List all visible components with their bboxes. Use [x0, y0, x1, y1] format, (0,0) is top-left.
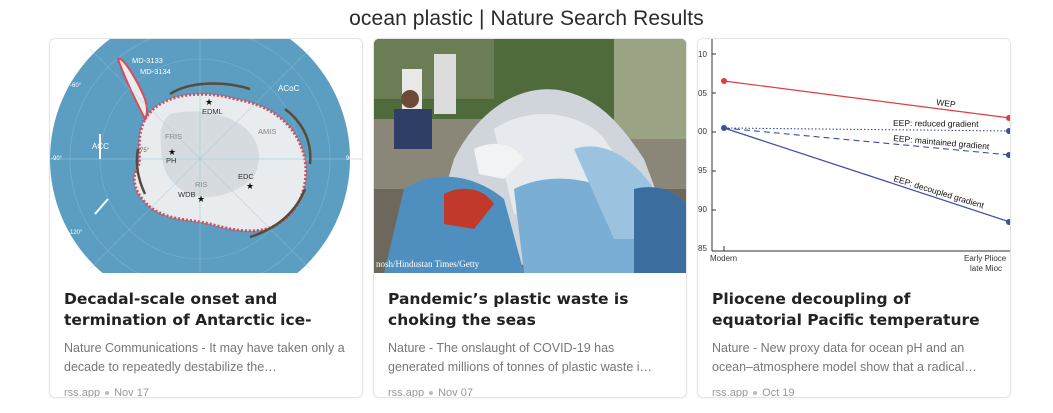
result-card[interactable]: nosh/Hindustan Times/Getty Pandemic’s pl… — [373, 38, 687, 398]
card-title[interactable]: Decadal-scale onset and termination of A… — [64, 289, 348, 331]
svg-text:MD-3134: MD-3134 — [140, 67, 171, 76]
card-source: rss.app — [64, 387, 101, 398]
svg-text:nosh/Hindustan Times/Getty: nosh/Hindustan Times/Getty — [376, 259, 480, 269]
card-date: Oct 19 — [762, 387, 795, 398]
svg-text:120°: 120° — [333, 230, 346, 236]
card-snippet: Nature - New proxy data for ocean pH and… — [712, 341, 977, 374]
svg-text:Early Plioce: Early Plioce — [964, 254, 1007, 263]
svg-text:-75°: -75° — [138, 148, 150, 154]
results-grid: MD-3133 MD-3134 ACoC ACC -60° 60° -90° 9… — [49, 38, 1011, 398]
svg-text:★: ★ — [197, 194, 205, 204]
card-title[interactable]: Pandemic’s plastic waste is choking the … — [388, 289, 672, 331]
separator-dot — [105, 391, 110, 395]
pliocene-chart-image: 10 05 00 95 90 85 Modern Early Plioce la… — [698, 39, 1010, 273]
svg-text:-90°: -90° — [51, 156, 63, 162]
svg-text:85: 85 — [698, 244, 707, 253]
svg-text:AMIS: AMIS — [258, 127, 276, 136]
svg-text:-60°: -60° — [70, 83, 82, 89]
svg-text:EDML: EDML — [202, 107, 223, 116]
card-date: Nov 07 — [438, 387, 473, 398]
svg-text:MD-3133: MD-3133 — [132, 56, 163, 65]
separator-dot — [753, 391, 758, 395]
card-thumbnail[interactable]: nosh/Hindustan Times/Getty — [374, 39, 686, 273]
svg-text:★: ★ — [168, 147, 176, 157]
svg-text:WDB: WDB — [178, 190, 196, 199]
svg-text:ACC: ACC — [92, 142, 109, 151]
page-title: ocean plastic | Nature Search Results — [349, 7, 704, 30]
svg-text:★: ★ — [246, 181, 254, 191]
svg-text:05: 05 — [698, 89, 707, 98]
card-snippet: Nature - The onslaught of COVID-19 has g… — [388, 341, 653, 374]
svg-text:ACoC: ACoC — [278, 84, 300, 93]
result-card[interactable]: MD-3133 MD-3134 ACoC ACC -60° 60° -90° 9… — [49, 38, 363, 398]
card-date: Nov 17 — [114, 387, 149, 398]
svg-text:late Mioc: late Mioc — [970, 264, 1002, 273]
result-card[interactable]: 10 05 00 95 90 85 Modern Early Plioce la… — [697, 38, 1011, 398]
card-title[interactable]: Pliocene decoupling of equatorial Pacifi… — [712, 289, 996, 331]
svg-text:90: 90 — [698, 205, 707, 214]
svg-text:EEP: reduced gradient: EEP: reduced gradient — [893, 118, 979, 129]
card-snippet: Nature Communications - It may have take… — [64, 341, 345, 374]
svg-text:EDC: EDC — [238, 172, 254, 181]
svg-text:60°: 60° — [333, 83, 343, 89]
card-source: rss.app — [712, 387, 749, 398]
card-source: rss.app — [388, 387, 425, 398]
card-meta: rss.app Oct 19 — [712, 387, 996, 398]
svg-text:★: ★ — [205, 97, 213, 107]
svg-text:10: 10 — [698, 50, 707, 59]
separator-dot — [429, 391, 434, 395]
card-meta: rss.app Nov 17 — [64, 387, 348, 398]
svg-text:-120°: -120° — [68, 230, 83, 236]
card-thumbnail[interactable]: MD-3133 MD-3134 ACoC ACC -60° 60° -90° 9… — [50, 39, 362, 273]
antarctic-map-image: MD-3133 MD-3134 ACoC ACC -60° 60° -90° 9… — [50, 39, 362, 273]
svg-text:RIS: RIS — [195, 180, 208, 189]
svg-text:PH: PH — [166, 156, 176, 165]
plastic-waste-photo: nosh/Hindustan Times/Getty — [374, 39, 686, 273]
svg-text:95: 95 — [698, 166, 707, 175]
svg-text:FRIS: FRIS — [165, 132, 182, 141]
card-thumbnail[interactable]: 10 05 00 95 90 85 Modern Early Plioce la… — [698, 39, 1010, 273]
svg-text:Modern: Modern — [710, 254, 737, 263]
card-meta: rss.app Nov 07 — [388, 387, 672, 398]
svg-text:00: 00 — [698, 127, 707, 136]
svg-text:90°: 90° — [346, 156, 356, 162]
